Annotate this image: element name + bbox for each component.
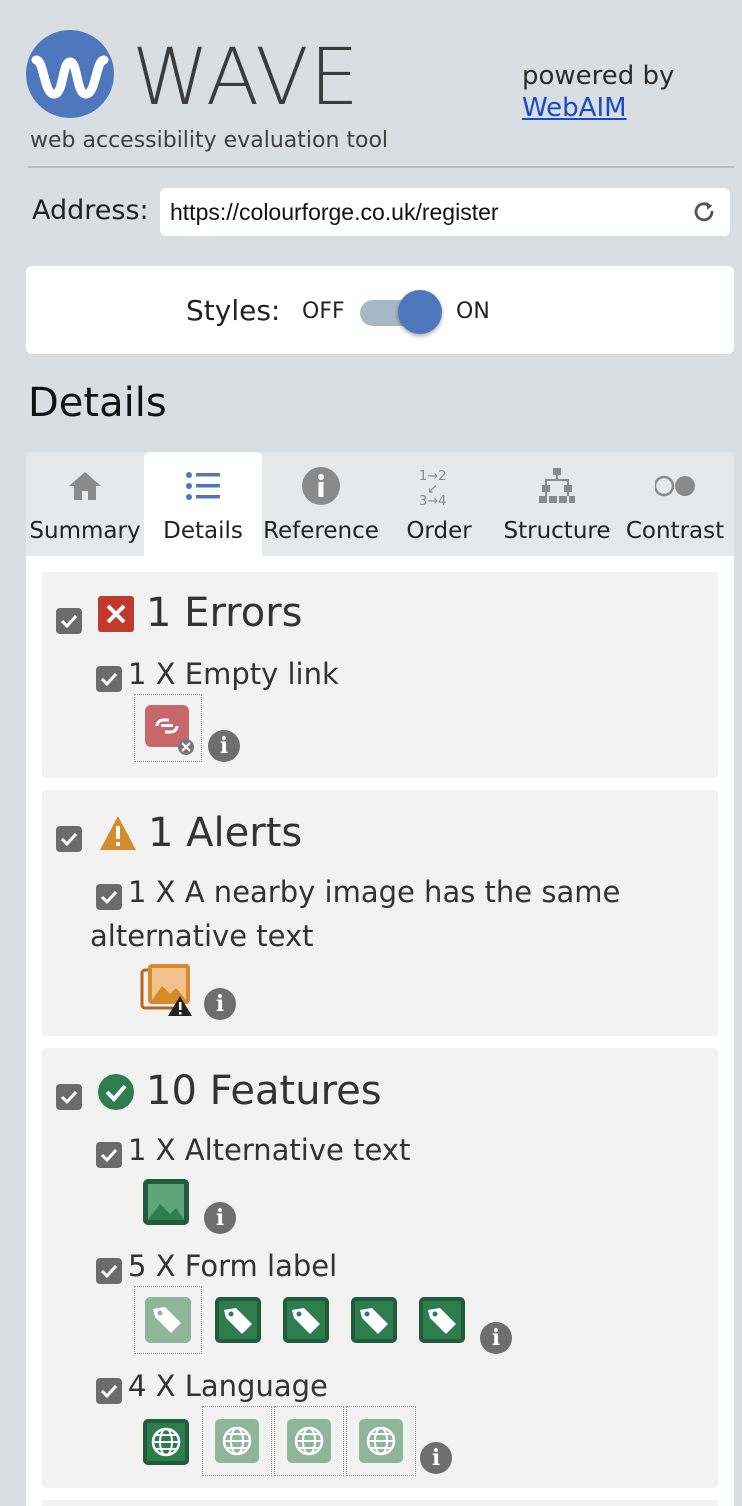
empty-link-label: 1 X Empty link (128, 657, 339, 691)
language-info-icon[interactable]: i (420, 1442, 452, 1474)
alerts-section: 1 Alerts 1 X A nearby image has the same… (42, 790, 718, 1036)
form-label-icon[interactable] (214, 1296, 262, 1348)
error-icon (98, 596, 134, 636)
language-icon[interactable] (202, 1406, 272, 1476)
broken-link-icon[interactable] (134, 694, 202, 762)
features-title: 10 Features (146, 1068, 382, 1114)
tab-label: Details (163, 518, 243, 544)
language-icon[interactable] (274, 1406, 344, 1476)
svg-text:3→4: 3→4 (419, 494, 446, 506)
form-label-icon[interactable] (134, 1286, 202, 1354)
tab-order[interactable]: 1→2 ↙ 3→4 Order (380, 452, 498, 556)
alert-icon (98, 814, 138, 856)
info-icon (301, 466, 341, 506)
tab-structure[interactable]: Structure (498, 452, 616, 556)
tab-reference[interactable]: Reference (262, 452, 380, 556)
powered-by: powered by WebAIM (522, 60, 674, 124)
empty-link-info-icon[interactable]: i (208, 730, 240, 762)
styles-toggle-knob[interactable] (398, 290, 442, 334)
redundant-alt-icon[interactable] (140, 962, 196, 1022)
redundant-alt-label: 1 X A nearby image has the same alternat… (90, 875, 621, 953)
form-label-label: 5 X Form label (128, 1249, 338, 1283)
alt-text-label: 1 X Alternative text (128, 1133, 411, 1167)
alt-text-checkbox[interactable] (96, 1142, 122, 1168)
home-icon (65, 466, 105, 506)
tab-details[interactable]: Details (144, 452, 262, 556)
form-label-info-icon[interactable]: i (480, 1322, 512, 1354)
tab-summary[interactable]: Summary (26, 452, 144, 556)
header-divider (28, 166, 734, 168)
contrast-icon (653, 466, 695, 506)
tab-label: Contrast (625, 518, 725, 544)
features-checkbox[interactable] (56, 1084, 82, 1110)
order-icon: 1→2 ↙ 3→4 (419, 466, 459, 509)
wave-logo-icon (26, 30, 114, 118)
alerts-checkbox[interactable] (56, 826, 82, 852)
language-checkbox[interactable] (96, 1378, 122, 1404)
tagline: web accessibility evaluation tool (30, 128, 389, 153)
alt-text-icon[interactable] (142, 1178, 190, 1230)
tab-label: Structure (503, 518, 611, 544)
alt-text-info-icon[interactable]: i (204, 1202, 236, 1234)
logo-text: WAVE (132, 33, 360, 123)
feature-check-icon (98, 1074, 134, 1114)
language-icon[interactable] (142, 1418, 190, 1470)
features-section: 10 Features 1 X Alternative text i 5 X F… (42, 1048, 718, 1488)
webaim-link[interactable]: WebAIM (522, 92, 674, 124)
errors-title: 1 Errors (146, 590, 303, 636)
errors-checkbox[interactable] (56, 608, 82, 634)
tab-label: Reference (263, 518, 379, 544)
errors-section: 1 Errors 1 X Empty link i (42, 572, 718, 778)
form-label-icon[interactable] (282, 1296, 330, 1348)
next-section (42, 1500, 718, 1506)
form-label-checkbox[interactable] (96, 1258, 122, 1284)
list-icon (183, 466, 223, 506)
tab-label: Summary (29, 518, 141, 544)
address-input[interactable] (170, 194, 680, 230)
structure-icon (537, 466, 577, 506)
page-title: Details (28, 380, 167, 426)
address-bar (160, 188, 730, 236)
styles-toggle-panel: Styles: OFF ON (26, 266, 734, 354)
empty-link-checkbox[interactable] (96, 666, 122, 692)
styles-off-label: OFF (302, 299, 345, 324)
language-label: 4 X Language (128, 1369, 328, 1403)
tab-bar: Summary Details Reference 1→2 ↙ 3→4 Orde… (26, 452, 734, 556)
tab-contrast[interactable]: Contrast (616, 452, 734, 556)
powered-by-label: powered by (522, 61, 675, 91)
header: WAVE web accessibility evaluation tool p… (0, 0, 742, 170)
reload-icon[interactable] (690, 198, 718, 226)
alerts-title: 1 Alerts (148, 810, 303, 856)
styles-on-label: ON (456, 299, 490, 324)
form-label-icon[interactable] (418, 1296, 466, 1348)
language-icon[interactable] (346, 1406, 416, 1476)
styles-label: Styles: (186, 294, 281, 327)
form-label-icon[interactable] (350, 1296, 398, 1348)
address-label: Address: (32, 195, 149, 226)
tab-label: Order (406, 518, 472, 544)
redundant-alt-info-icon[interactable]: i (204, 988, 236, 1020)
